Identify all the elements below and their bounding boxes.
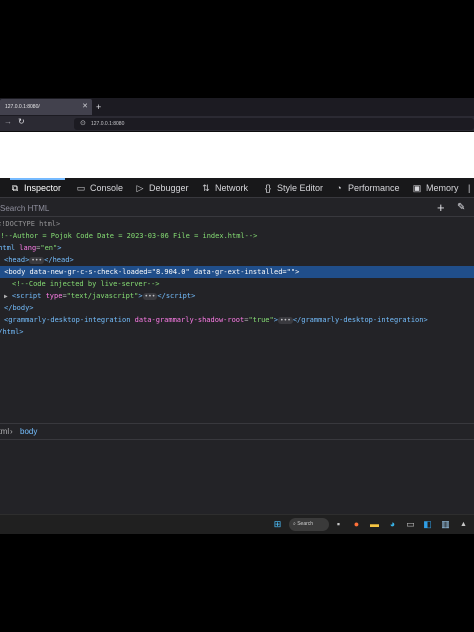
body-attr-value: "" [286, 268, 296, 276]
markup-line-script[interactable]: ▶ <script type="text/javascript"> ••• </sc… [4, 290, 474, 302]
task-view-icon[interactable]: ▪ [333, 519, 344, 530]
close-tab-icon[interactable]: ✕ [82, 99, 88, 115]
script-close-tag: script [165, 292, 192, 300]
search-html-input[interactable] [0, 199, 300, 217]
url-bar[interactable]: ⊙ 127.0.0.1:8080 [74, 118, 474, 130]
markup-view: <!DOCTYPE html> <!--Author = Pojok Code … [0, 218, 474, 423]
grammarly-close-tag: grammarly-desktop-integration [301, 316, 424, 324]
markup-line-html[interactable]: <html lang="en"> [0, 242, 468, 254]
devtools-panel: ⧉ Inspector ▭ Console ▷ Debugger ⇅ Network {… [0, 178, 474, 534]
breadcrumb-body[interactable]: body [20, 424, 37, 440]
back-arrow-icon[interactable]: → [4, 117, 12, 126]
markup-line-comment[interactable]: <!--Author = Pojok Code Date = 2023-03-0… [0, 230, 470, 242]
script-attr-name: type [45, 292, 63, 300]
tab-memory[interactable]: ▣ Memory [412, 178, 459, 198]
add-node-icon[interactable]: + [437, 199, 445, 217]
devtools-tab-bar: ⧉ Inspector ▭ Console ▷ Debugger ⇅ Network {… [0, 178, 474, 198]
grammarly-tag-name: grammarly-desktop-integration [8, 316, 131, 324]
console-icon: ▭ [76, 183, 86, 193]
performance-icon: ◔ [336, 183, 342, 193]
breadcrumb: html › body [0, 423, 474, 440]
markup-line-doctype[interactable]: <!DOCTYPE html> [0, 218, 471, 230]
tab-debugger[interactable]: ▷ Debugger [135, 178, 189, 198]
tab-console[interactable]: ▭ Console [76, 178, 123, 198]
tab-label: Inspector [24, 183, 62, 193]
taskbar: ⊞ ⌕ Search ▪ ● ▬ ◕ ▭ ◧ ▥ ▲ [0, 514, 474, 534]
tab-inspector[interactable]: ⧉ Inspector [10, 178, 66, 198]
body-attr-name: data-gr-ext-installed [193, 268, 283, 276]
network-icon: ⇅ [202, 183, 210, 193]
edge-icon[interactable]: ◕ [387, 519, 398, 530]
script-attr-value: "text/javascript" [66, 292, 139, 300]
grammarly-attr-value: "true" [248, 316, 274, 324]
browser-tab-strip: 127.0.0.1:8080/ ✕ + [0, 98, 474, 116]
comment-text: <!--Author = Pojok Code Date = 2023-03-0… [0, 232, 258, 240]
taskbar-search[interactable]: ⌕ Search [289, 518, 329, 531]
body-close-tag: body [12, 304, 30, 312]
taskbar-search-label: Search [297, 521, 314, 527]
tab-label: Debugger [149, 183, 189, 193]
head-tag-name: head [8, 256, 26, 264]
breadcrumb-separator-icon: › [10, 427, 13, 436]
collapsed-badge[interactable]: ••• [277, 316, 293, 324]
doctype-text: <!DOCTYPE html> [0, 220, 61, 228]
head-close-tag: head [52, 256, 70, 264]
style-editor-icon: {} [264, 183, 271, 193]
tab-label: Network [215, 183, 249, 193]
browser-tab-title: 127.0.0.1:8080/ [5, 104, 40, 110]
body-attr-value: "8.904.0" [151, 268, 190, 276]
markup-line-grammarly[interactable]: <grammarly-desktop-integration data-gram… [4, 314, 474, 326]
file-explorer-icon[interactable]: ▬ [369, 519, 380, 530]
comment-text: <!--Code injected by live-server--> [12, 280, 160, 288]
tab-label: Memory [426, 183, 459, 193]
script-tag-name: script [16, 292, 42, 300]
markup-line-body-selected[interactable]: <body data-new-gr-c-s-check-loaded="8.90… [0, 266, 474, 278]
browser-tab[interactable]: 127.0.0.1:8080/ ✕ [0, 99, 92, 115]
reload-icon[interactable]: ↻ [18, 117, 25, 126]
expand-triangle-icon[interactable]: ▶ [4, 293, 8, 300]
html-attr-name: lang [19, 244, 37, 252]
markup-line-html-close[interactable]: </html> [0, 326, 468, 338]
bottom-letterbox [0, 534, 474, 632]
debugger-icon: ▷ [136, 183, 144, 193]
url-text: 127.0.0.1:8080 [91, 121, 125, 127]
tab-performance[interactable]: ◔ Performance [334, 178, 400, 198]
page-viewport [0, 132, 474, 178]
body-tag-name: body [8, 268, 26, 276]
browser-nav-bar: → ↻ ⊙ 127.0.0.1:8080 [0, 116, 474, 132]
breadcrumb-html[interactable]: html [0, 424, 9, 440]
collapsed-badge[interactable]: ••• [29, 256, 45, 264]
markup-line-live-comment[interactable]: <!--Code injected by live-server--> [12, 278, 474, 290]
tab-label: Console [90, 183, 124, 193]
page-info-icon[interactable]: ⊙ [80, 118, 86, 130]
vscode-icon[interactable]: ◧ [422, 519, 433, 530]
tab-style-editor[interactable]: {} Style Editor [263, 178, 323, 198]
windows-start-icon[interactable]: ⊞ [272, 519, 283, 530]
html-tag-name: html [0, 244, 16, 252]
search-icon: ⌕ [293, 521, 296, 527]
body-attr-name: data-new-gr-c-s-check-loaded [29, 268, 148, 276]
rules-pane [0, 441, 474, 514]
tab-label: Style Editor [277, 183, 324, 193]
markup-line-body-close[interactable]: </body> [4, 302, 474, 314]
top-letterbox [0, 0, 474, 98]
inspector-icon: ⧉ [11, 183, 19, 193]
chevron-up-icon[interactable]: ▲ [458, 519, 469, 530]
eyedropper-icon[interactable]: ✎ [457, 199, 465, 217]
memory-icon: ▣ [412, 183, 422, 193]
terminal-icon[interactable]: ▭ [405, 519, 416, 530]
firefox-icon[interactable]: ● [351, 519, 362, 530]
grammarly-attr-name: data-grammarly-shadow-root [134, 316, 245, 324]
tab-label: Performance [348, 183, 400, 193]
new-tab-icon[interactable]: + [96, 99, 101, 115]
tab-network[interactable]: ⇅ Network [201, 178, 248, 198]
html-close-tag: html [2, 328, 20, 336]
collapsed-badge[interactable]: ••• [142, 292, 158, 300]
more-tabs-icon[interactable]: | [468, 178, 470, 198]
markup-line-head[interactable]: <head> ••• </head> [4, 254, 474, 266]
app-icon[interactable]: ▥ [440, 519, 451, 530]
html-attr-value: "en" [40, 244, 58, 252]
inspector-toolbar: + ✎ [0, 199, 474, 217]
